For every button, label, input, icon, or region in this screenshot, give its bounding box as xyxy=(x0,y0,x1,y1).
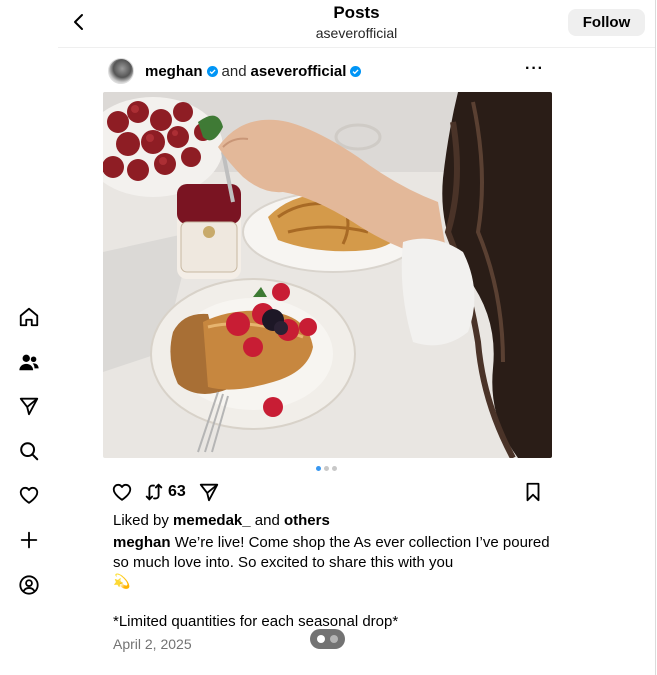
likes-summary: Liked by memedak_ and others xyxy=(113,512,330,529)
page-subtitle: aseverofficial xyxy=(315,25,398,41)
verified-badge-icon xyxy=(206,65,218,77)
coauthor-username[interactable]: aseverofficial xyxy=(251,63,347,80)
top-header: Posts aseverofficial Follow xyxy=(58,0,655,48)
likes-and: and xyxy=(254,512,280,529)
liked-by-user[interactable]: memedak_ xyxy=(173,512,251,529)
repost-button[interactable]: 63 xyxy=(143,480,186,504)
post-caption: meghan We’re live! Come shop the As ever… xyxy=(113,533,553,592)
carousel-dot-active xyxy=(316,466,321,471)
caption-text: We’re live! Come shop the As ever collec… xyxy=(113,534,550,571)
repost-icon xyxy=(145,483,163,501)
bookmark-icon xyxy=(526,482,540,502)
share-button[interactable] xyxy=(198,480,220,504)
author-username[interactable]: meghan xyxy=(145,63,203,80)
caption-limited-note: *Limited quantities for each seasonal dr… xyxy=(113,613,399,630)
more-options-icon[interactable]: ··· xyxy=(525,60,544,78)
plus-icon[interactable] xyxy=(14,525,44,555)
caption-author[interactable]: meghan xyxy=(113,534,171,551)
home-icon[interactable] xyxy=(14,302,44,332)
follow-button[interactable]: Follow xyxy=(568,9,645,36)
page-indicator-toggle[interactable] xyxy=(310,629,345,649)
post-image[interactable] xyxy=(103,92,552,458)
sparkle-emoji: 💫 xyxy=(113,573,131,589)
profile-icon[interactable] xyxy=(14,570,44,600)
likes-prefix: Liked by xyxy=(113,512,169,529)
carousel-indicator xyxy=(316,466,337,471)
post-header: meghan and aseverofficial ··· xyxy=(108,58,552,84)
send-icon[interactable] xyxy=(14,391,44,421)
toggle-dot xyxy=(329,635,338,643)
heart-icon[interactable] xyxy=(14,480,44,510)
toggle-dot-active xyxy=(317,635,326,643)
page-title: Posts xyxy=(333,3,380,22)
post-date: April 2, 2025 xyxy=(113,636,192,652)
save-button[interactable] xyxy=(522,480,544,504)
repost-count: 63 xyxy=(168,483,186,500)
carousel-dot xyxy=(324,466,329,471)
sidebar-nav xyxy=(0,0,58,675)
and-text: and xyxy=(221,62,247,80)
verified-badge-icon xyxy=(350,65,362,77)
carousel-dot xyxy=(332,466,337,471)
send-icon xyxy=(199,483,219,502)
search-icon[interactable] xyxy=(14,436,44,466)
like-button[interactable] xyxy=(111,480,133,504)
right-divider xyxy=(655,0,656,675)
post-authors: meghan and aseverofficial xyxy=(145,63,365,80)
likes-others-link[interactable]: others xyxy=(284,512,330,529)
avatar[interactable] xyxy=(108,58,134,84)
heart-icon xyxy=(112,483,132,501)
people-icon[interactable] xyxy=(14,347,44,377)
post-actions: 63 xyxy=(111,480,544,504)
